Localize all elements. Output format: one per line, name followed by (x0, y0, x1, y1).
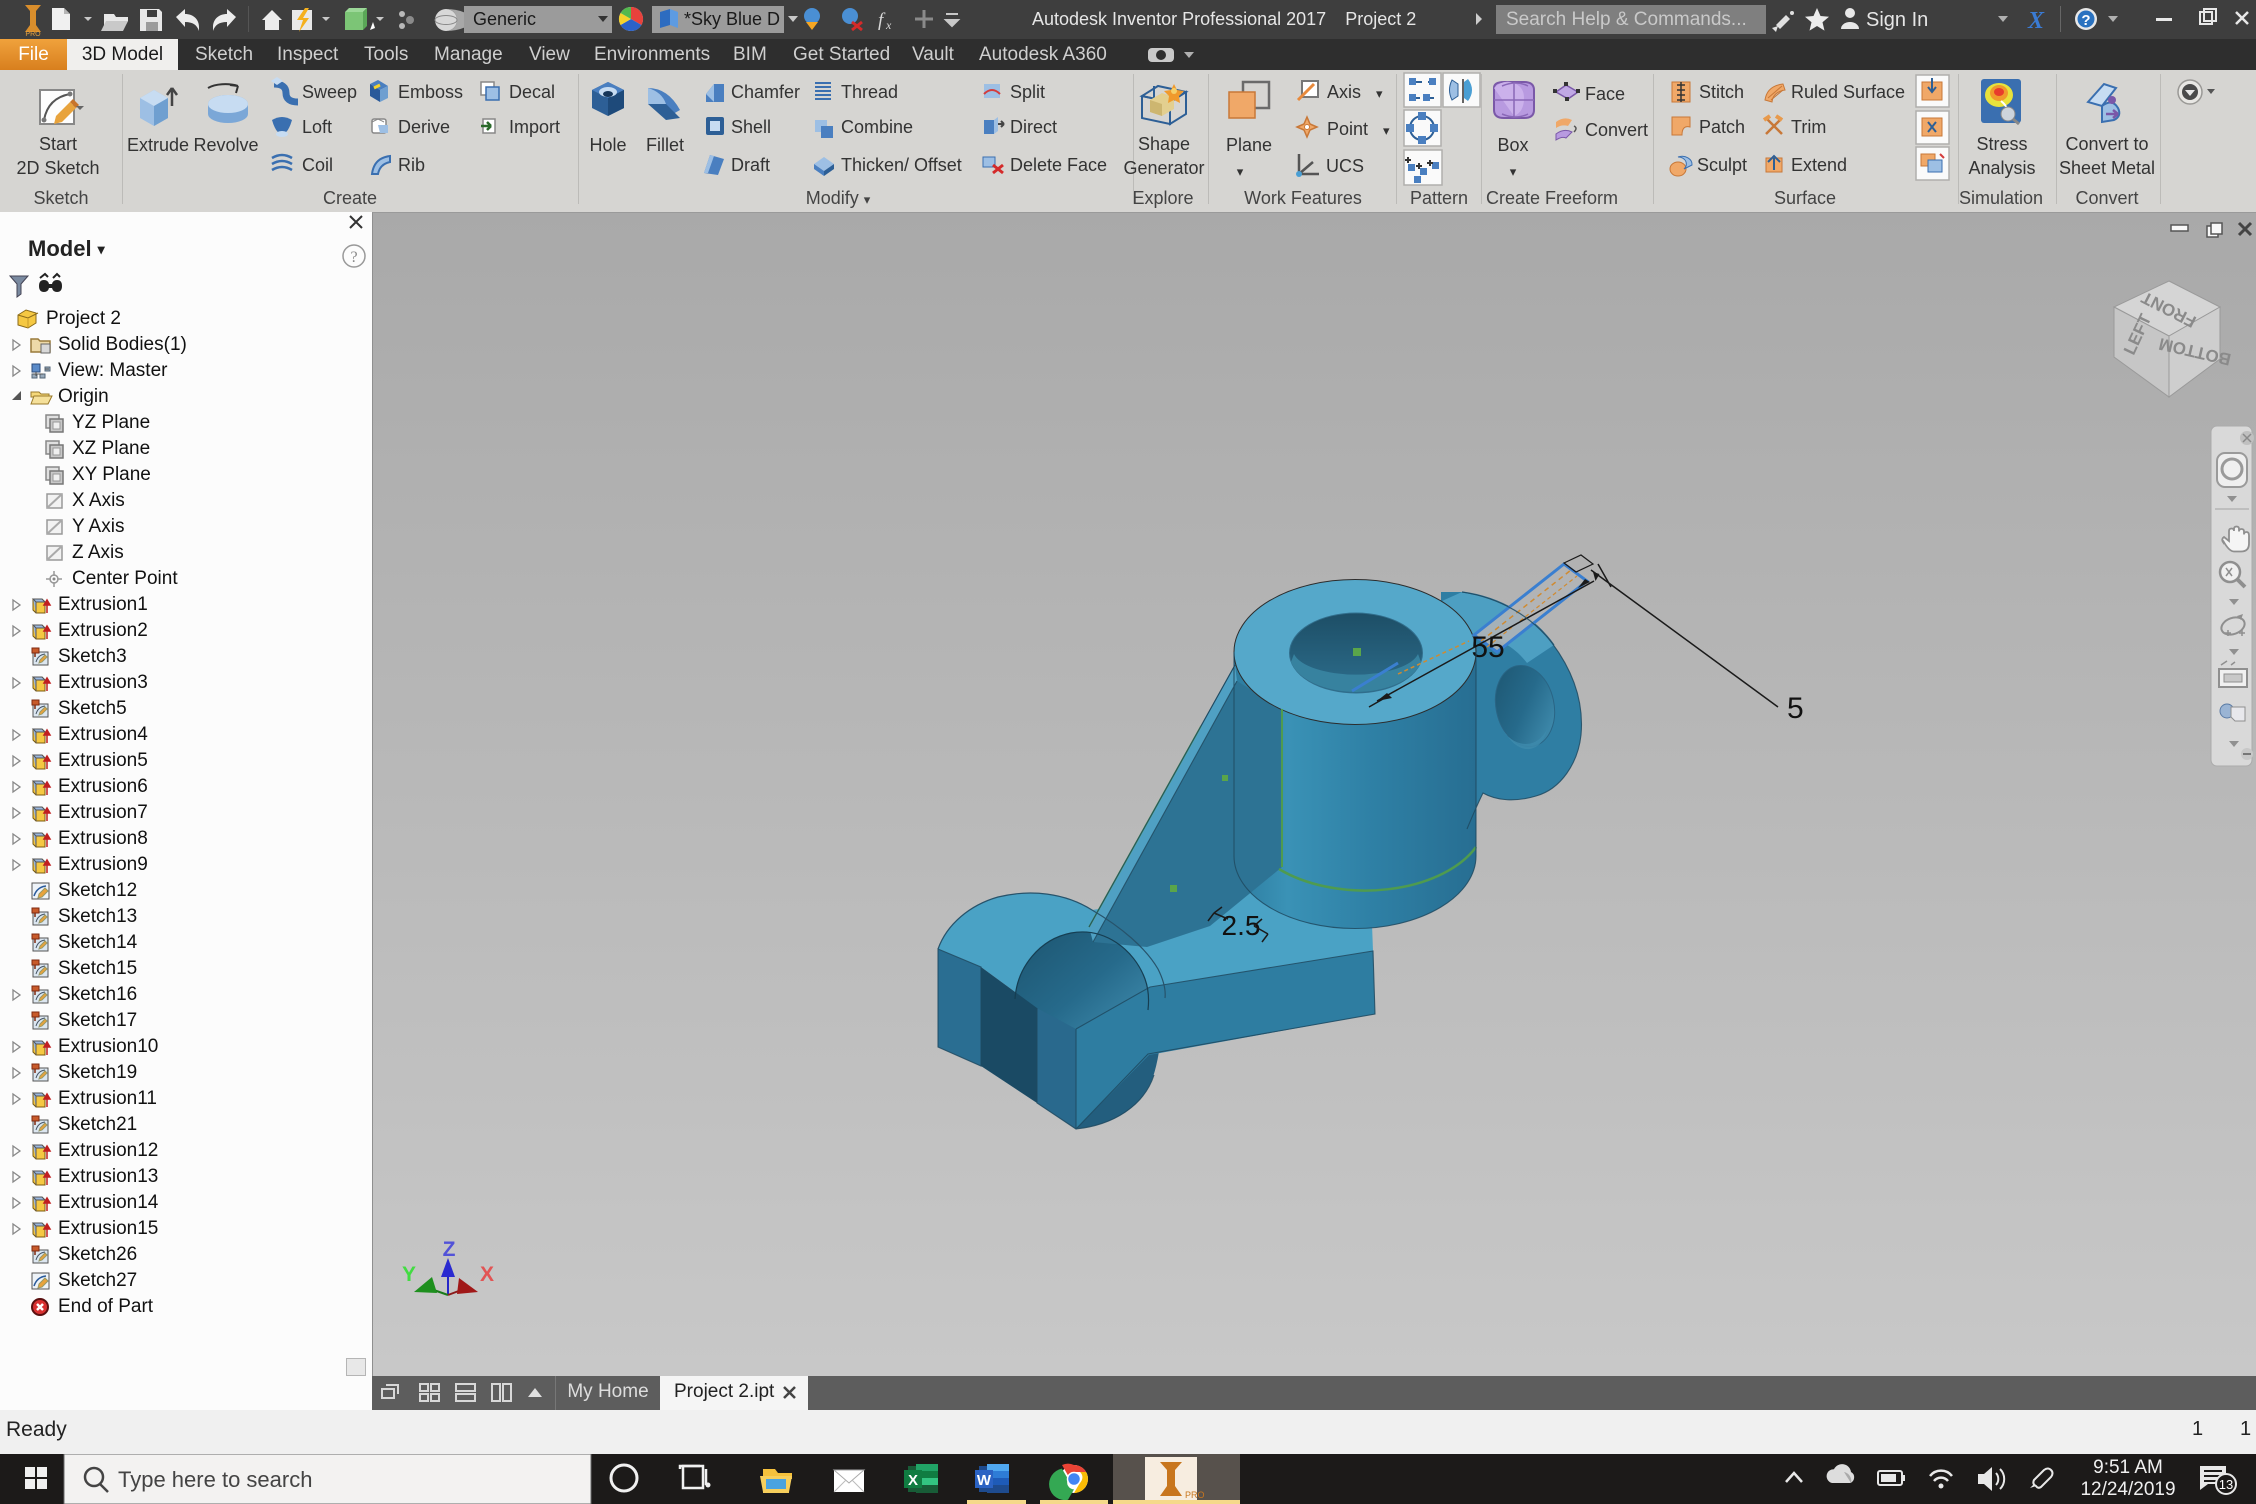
svg-text:Type here to search: Type here to search (118, 1467, 312, 1492)
svg-text:Z: Z (443, 1238, 456, 1261)
svg-text:x: x (885, 18, 892, 32)
svg-text:?: ? (2081, 12, 2090, 29)
svg-text:Y: Y (402, 1263, 416, 1286)
svg-text:X: X (2027, 8, 2045, 34)
svg-text:13: 13 (2219, 1477, 2233, 1492)
svg-text:Search Help & Commands...: Search Help & Commands... (1506, 9, 1747, 30)
svg-text:*Sky Blue D: *Sky Blue D (684, 9, 780, 29)
svg-text:?: ? (350, 249, 357, 266)
svg-text:X: X (480, 1263, 494, 1286)
svg-text:f: f (878, 10, 886, 31)
svg-text:5: 5 (1787, 692, 1804, 725)
svg-text:Sign In: Sign In (1866, 9, 1928, 31)
svg-text:PRO: PRO (25, 31, 41, 38)
svg-text:W: W (977, 1472, 992, 1489)
svg-text:X: X (908, 1472, 918, 1489)
svg-text:Generic: Generic (473, 9, 536, 29)
svg-text:PRO: PRO (1185, 1490, 1205, 1500)
